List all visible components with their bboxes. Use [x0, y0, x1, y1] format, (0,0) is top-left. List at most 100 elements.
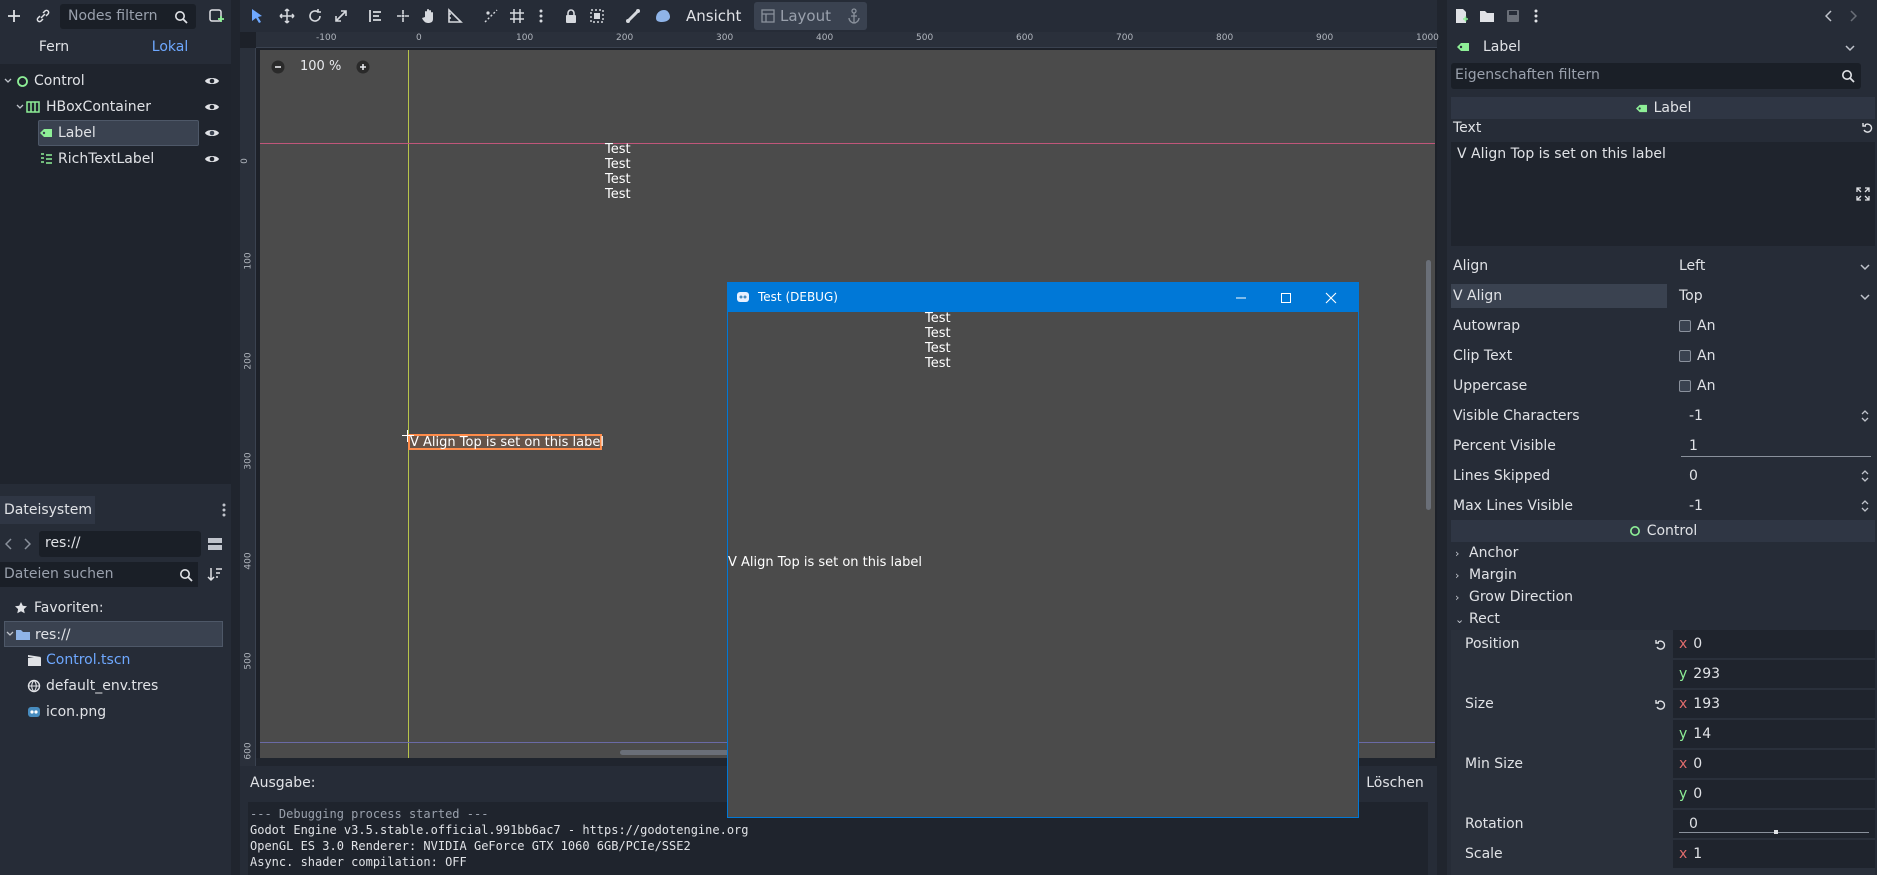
min-size-y-field[interactable]: y0: [1673, 780, 1875, 808]
list-select-icon[interactable]: [364, 5, 386, 27]
lines-skipped-spinbox[interactable]: 0: [1673, 464, 1877, 488]
snap-options-icon[interactable]: [530, 5, 552, 27]
tree-item-control[interactable]: Control: [0, 68, 231, 94]
chevron-down-icon[interactable]: [6, 630, 14, 638]
menu-dots-icon[interactable]: [1531, 8, 1541, 24]
grow-direction-subsection[interactable]: › Grow Direction: [1455, 586, 1573, 608]
expand-icon[interactable]: [1855, 186, 1871, 202]
anchor-icon[interactable]: [846, 8, 862, 24]
control-section-header[interactable]: Control: [1451, 520, 1875, 542]
pan-tool-icon[interactable]: [418, 5, 440, 27]
favorites-row[interactable]: Favoriten:: [0, 595, 231, 621]
revert-icon[interactable]: [1654, 698, 1668, 712]
zoom-level[interactable]: 100 %: [300, 59, 341, 74]
vertical-scrollbar[interactable]: [1426, 260, 1431, 510]
forward-arrow-icon[interactable]: [22, 536, 32, 552]
rotate-tool-icon[interactable]: [304, 5, 326, 27]
instance-scene-icon[interactable]: [206, 6, 226, 26]
align-property[interactable]: Align Left: [1447, 251, 1877, 281]
debug-window-titlebar[interactable]: Test (DEBUG): [728, 283, 1358, 312]
move-tool-icon[interactable]: [276, 5, 298, 27]
clear-output-button[interactable]: Löschen: [1360, 770, 1430, 796]
tree-item-label-node[interactable]: Label: [0, 120, 231, 146]
size-y-field[interactable]: y 14: [1673, 720, 1875, 748]
zoom-out-icon[interactable]: [270, 59, 286, 75]
fs-item-control-tscn[interactable]: Control.tscn: [0, 647, 231, 673]
lines-skipped-property[interactable]: Lines Skipped 0: [1447, 461, 1877, 491]
clip-text-property[interactable]: Clip Text An: [1447, 341, 1877, 371]
selected-label-node[interactable]: V Align Top is set on this label: [408, 434, 604, 450]
min-size-x-field[interactable]: x0: [1673, 750, 1875, 778]
maximize-icon[interactable]: [1279, 291, 1293, 305]
path-input[interactable]: res://: [39, 531, 201, 557]
uppercase-property[interactable]: Uppercase An: [1447, 371, 1877, 401]
uppercase-checkbox[interactable]: An: [1673, 374, 1877, 398]
fs-item-icon-png[interactable]: icon.png: [0, 699, 231, 725]
chevron-down-icon[interactable]: [1860, 292, 1870, 302]
new-resource-icon[interactable]: [1453, 8, 1469, 24]
max-lines-visible-spinbox[interactable]: -1: [1673, 494, 1877, 518]
split-view-icon[interactable]: [205, 534, 225, 554]
ruler-tool-icon[interactable]: [444, 5, 466, 27]
percent-visible-slider[interactable]: 1: [1673, 434, 1877, 458]
checkbox-box[interactable]: [1679, 320, 1691, 332]
valign-property[interactable]: V Align Top: [1447, 281, 1877, 311]
slider-track[interactable]: [1681, 456, 1871, 457]
visible-characters-property[interactable]: Visible Characters -1: [1447, 401, 1877, 431]
visible-characters-spinbox[interactable]: -1: [1673, 404, 1877, 428]
scale-x-field[interactable]: x1: [1673, 840, 1875, 868]
history-back-icon[interactable]: [1823, 8, 1835, 24]
margin-subsection[interactable]: › Margin: [1455, 564, 1517, 586]
tab-dateisystem[interactable]: Dateisystem: [0, 496, 95, 524]
back-arrow-icon[interactable]: [4, 536, 14, 552]
chevron-down-icon[interactable]: [1845, 43, 1855, 53]
tree-item-richtextlabel[interactable]: RichTextLabel: [0, 146, 231, 172]
scale-tool-icon[interactable]: [330, 5, 352, 27]
spin-arrows-icon[interactable]: [1860, 499, 1870, 513]
max-lines-visible-property[interactable]: Max Lines Visible -1: [1447, 491, 1877, 521]
visibility-tool-icon[interactable]: [652, 5, 674, 27]
slider-grabber[interactable]: [1774, 830, 1778, 834]
group-icon[interactable]: [586, 5, 608, 27]
pivot-tool-icon[interactable]: [392, 5, 414, 27]
rotation-slider[interactable]: 0: [1673, 810, 1875, 838]
debug-window[interactable]: Test (DEBUG) Test Test Test Test V Align…: [727, 282, 1359, 818]
layout-menu[interactable]: Layout: [754, 2, 867, 30]
checkbox-box[interactable]: [1679, 380, 1691, 392]
chevron-down-icon[interactable]: [4, 77, 12, 85]
text-property-editor[interactable]: V Align Top is set on this label: [1451, 142, 1875, 246]
revert-icon[interactable]: [1654, 638, 1668, 652]
link-icon[interactable]: [33, 6, 53, 26]
position-y-field[interactable]: y 293: [1673, 660, 1875, 688]
spin-arrows-icon[interactable]: [1860, 409, 1870, 423]
grid-snap-icon[interactable]: [506, 5, 528, 27]
eye-icon[interactable]: [204, 152, 220, 166]
eye-icon[interactable]: [204, 100, 220, 114]
sort-icon[interactable]: [205, 564, 225, 584]
chevron-down-icon[interactable]: [16, 103, 24, 111]
bone-icon[interactable]: [622, 5, 644, 27]
tree-item-hboxcontainer[interactable]: HBoxContainer: [0, 94, 231, 120]
close-icon[interactable]: [1324, 291, 1338, 305]
node-selector[interactable]: Label: [1451, 34, 1861, 60]
property-filter-input[interactable]: Eigenschaften filtern: [1451, 63, 1861, 89]
tab-lokal[interactable]: Lokal: [138, 34, 202, 60]
smart-snap-icon[interactable]: [480, 5, 502, 27]
eye-icon[interactable]: [204, 74, 220, 88]
minimize-icon[interactable]: [1234, 291, 1248, 305]
chevron-down-icon[interactable]: [1860, 262, 1870, 272]
percent-visible-property[interactable]: Percent Visible 1: [1447, 431, 1877, 461]
eye-icon[interactable]: [204, 126, 220, 140]
position-x-field[interactable]: x0: [1673, 630, 1875, 658]
fs-item-default-env[interactable]: default_env.tres: [0, 673, 231, 699]
zoom-in-icon[interactable]: [355, 59, 371, 75]
spin-arrows-icon[interactable]: [1860, 469, 1870, 483]
checkbox-box[interactable]: [1679, 350, 1691, 362]
clip-text-checkbox[interactable]: An: [1673, 344, 1877, 368]
align-dropdown[interactable]: Left: [1673, 254, 1877, 278]
menu-dots-icon[interactable]: [219, 502, 229, 518]
select-tool-icon[interactable]: [246, 5, 268, 27]
history-forward-icon[interactable]: [1847, 8, 1859, 24]
autowrap-checkbox[interactable]: An: [1673, 314, 1877, 338]
view-menu[interactable]: Ansicht: [686, 0, 741, 32]
